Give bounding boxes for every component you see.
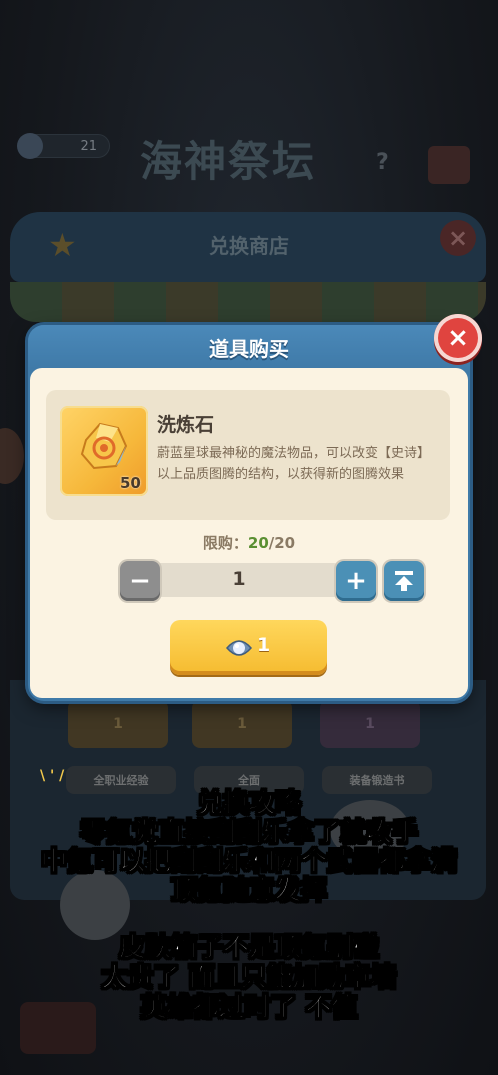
- shop-card-cost[interactable]: 1: [68, 700, 168, 748]
- item-owned-count: 50: [120, 474, 141, 492]
- caption-line: 兑换攻略: [196, 789, 301, 820]
- altar-title: 海神祭坛: [140, 137, 317, 186]
- caption-line: 太贵了 而且只能加勋章墙: [101, 963, 397, 994]
- shop-card-cost[interactable]: 1: [192, 700, 292, 748]
- pearl-shell-icon: [226, 640, 252, 656]
- close-icon: ×: [447, 323, 469, 353]
- refine-stone-icon: [80, 422, 128, 470]
- increase-button[interactable]: +: [336, 561, 376, 601]
- shop-title: 兑换商店: [209, 234, 289, 258]
- caption-line: 皮肤箱子不是顶氪别碰: [118, 933, 379, 964]
- buy-cost: 1: [257, 634, 271, 656]
- plus-icon: +: [345, 566, 367, 596]
- caption-line: 顶氪随意发挥: [170, 876, 327, 907]
- limit-label: 限购：: [202, 534, 248, 552]
- limit-current: 20: [247, 534, 269, 552]
- limit-max: /20: [268, 534, 296, 552]
- arrow-to-top-icon: [395, 571, 413, 591]
- dialog-title: 道具购买: [209, 337, 289, 361]
- close-button[interactable]: ×: [434, 314, 482, 362]
- shop-awning: [10, 282, 486, 322]
- decrease-button[interactable]: −: [120, 561, 160, 601]
- gift-box-icon[interactable]: [428, 146, 470, 184]
- max-quantity-button[interactable]: [384, 561, 424, 601]
- pearl-icon: [17, 133, 43, 159]
- item-description: 蔚蓝星球最神秘的魔法物品，可以改变【史诗】以上品质图腾的结构，以获得新的图腾效果: [157, 446, 424, 482]
- purchase-limit: 限购：20/20: [0, 532, 498, 553]
- shop-card-cost[interactable]: 1: [320, 700, 420, 748]
- help-icon[interactable]: ?: [376, 150, 389, 175]
- caption-line: 中氪可以把刮刮乐和两个武器都拿满: [40, 847, 457, 878]
- caption-line: 零氪党直接刮刮乐拿了就收手: [79, 818, 418, 849]
- quantity-value: 1: [232, 568, 246, 590]
- item-name: 洗炼石: [157, 414, 215, 436]
- shop-close-icon[interactable]: ×: [440, 220, 476, 256]
- minus-icon: −: [129, 566, 151, 596]
- currency-counter: 21: [17, 133, 110, 159]
- sparkle-icon: \ ' /: [40, 768, 65, 784]
- caption-line: 英雄都过时了 不值: [140, 993, 358, 1024]
- currency-value: 21: [80, 139, 97, 154]
